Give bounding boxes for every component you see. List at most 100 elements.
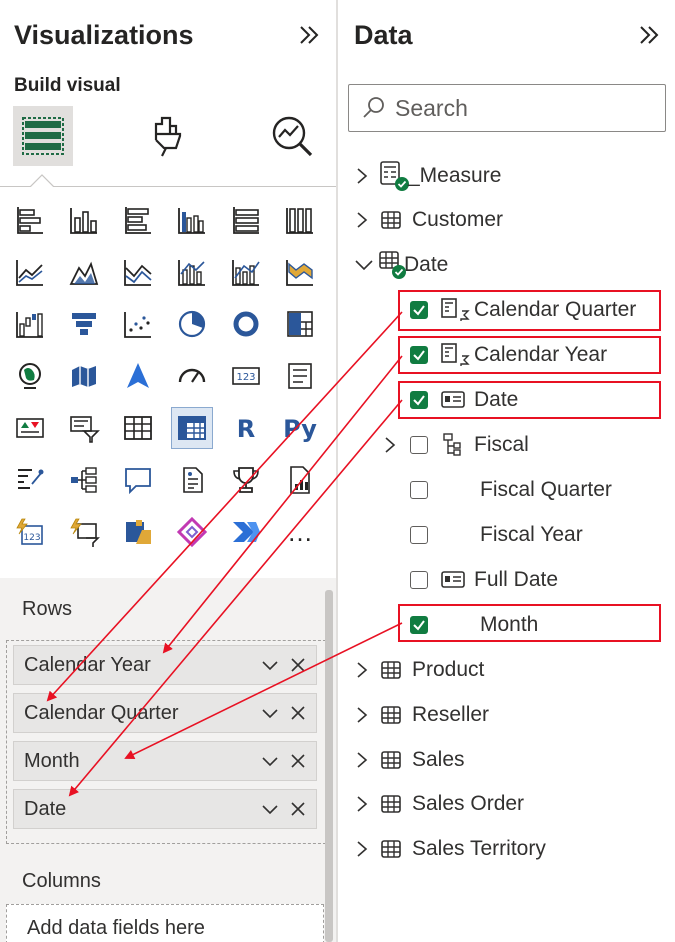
chevron-right-icon[interactable] [354,705,370,725]
decomposition-tree-icon[interactable] [64,460,104,500]
chevron-right-icon[interactable] [354,210,370,230]
chevron-down-icon[interactable] [260,751,280,771]
chevron-right-icon[interactable] [354,660,370,680]
field-row-date[interactable]: Date [410,380,518,420]
chevron-right-icon[interactable] [354,839,370,859]
table-row-reseller[interactable]: Reseller [354,695,489,735]
qna-visual-icon[interactable] [118,460,158,500]
chevron-right-icon[interactable] [354,750,370,770]
scatter-chart-icon[interactable] [118,304,158,344]
more-visuals-button[interactable]: … [280,512,320,552]
table-visual-icon[interactable] [118,408,158,448]
matrix-visual-icon[interactable] [171,407,213,449]
collapse-data-button[interactable] [634,20,664,50]
checkbox-month[interactable] [410,616,428,634]
filled-map-icon[interactable] [64,356,104,396]
field-row-fiscal[interactable]: Fiscal [382,425,529,465]
ribbon-chart-icon[interactable] [280,252,320,292]
chevron-right-icon[interactable] [354,794,370,814]
checkbox-calendar-quarter[interactable] [410,301,428,319]
chevron-right-icon[interactable] [354,166,370,186]
treemap-icon[interactable] [280,304,320,344]
goals-trophy-icon[interactable] [226,460,266,500]
pie-chart-icon[interactable] [172,304,212,344]
clustered-bar-chart-icon[interactable] [118,200,158,240]
python-visual-icon[interactable]: Py [280,408,320,448]
table-row-sales-order[interactable]: Sales Order [354,784,524,824]
columns-well-dropzone[interactable]: Add data fields here [6,904,324,942]
waterfall-chart-icon[interactable] [10,304,50,344]
rows-field-calendar-quarter[interactable]: Calendar Quarter [13,693,317,733]
checkbox-full-date[interactable] [410,571,428,589]
field-row-calendar-year[interactable]: Calendar Year [410,335,607,375]
map-icon[interactable] [10,356,50,396]
narrative-visual-icon[interactable] [172,460,212,500]
checkbox-fiscal-quarter[interactable] [410,481,428,499]
funnel-chart-icon[interactable] [64,304,104,344]
power-apps-slicer-icon[interactable] [64,512,104,552]
tab-build-visual[interactable] [13,106,73,166]
rows-field-calendar-year[interactable]: Calendar Year [13,645,317,685]
power-apps-card-icon[interactable]: 123 [10,512,50,552]
gauge-icon[interactable] [172,356,212,396]
remove-field-icon[interactable] [288,799,308,819]
field-row-full-date[interactable]: Full Date [410,560,558,600]
stacked-column-chart-icon[interactable] [64,200,104,240]
kpi-icon[interactable] [10,408,50,448]
remove-field-icon[interactable] [288,751,308,771]
rows-field-month[interactable]: Month [13,741,317,781]
checkbox-fiscal[interactable] [410,436,428,454]
chevron-down-icon[interactable] [260,799,280,819]
tab-format-visual[interactable] [138,106,198,166]
remove-field-icon[interactable] [288,703,308,723]
search-input[interactable] [393,93,637,123]
chevron-down-icon[interactable] [354,257,374,273]
area-chart-icon[interactable] [64,252,104,292]
checkbox-fiscal-year[interactable] [410,526,428,544]
table-row-customer[interactable]: Customer [354,200,503,240]
stacked-bar-chart-icon[interactable] [10,200,50,240]
checkbox-calendar-year[interactable] [410,346,428,364]
card-icon[interactable]: 123 [226,356,266,396]
table-row-date[interactable]: Date [354,245,448,285]
r-script-visual-icon[interactable]: R [226,408,266,448]
collapse-visualizations-button[interactable] [294,20,324,50]
chevron-down-icon[interactable] [260,703,280,723]
table-icon [381,211,401,229]
wells-scrollbar[interactable] [325,590,333,942]
field-row-month[interactable]: Month [410,605,538,645]
field-row-fiscal-quarter[interactable]: Fiscal Quarter [410,470,612,510]
tab-analytics[interactable] [262,106,322,166]
chevron-down-icon[interactable] [260,655,280,675]
hierarchy-icon [443,433,461,456]
power-automate-flow-icon[interactable] [226,512,266,552]
search-box[interactable] [348,84,666,132]
checkbox-date[interactable] [410,391,428,409]
100-percent-bar-chart-icon[interactable] [226,200,266,240]
rows-well[interactable]: Calendar Year Calendar Quarter Month Dat… [6,640,326,844]
field-row-fiscal-year[interactable]: Fiscal Year [410,515,583,555]
line-and-clustered-column-chart-icon[interactable] [226,252,266,292]
table-row-measure[interactable]: _Measure [354,156,501,196]
remove-field-icon[interactable] [288,655,308,675]
field-row-calendar-quarter[interactable]: Calendar Quarter [410,290,636,330]
azure-map-icon[interactable] [118,356,158,396]
slicer-icon[interactable] [64,408,104,448]
key-influencers-icon[interactable] [10,460,50,500]
table-row-product[interactable]: Product [354,650,484,690]
chevron-right-icon[interactable] [382,435,398,455]
100-percent-column-chart-icon[interactable] [280,200,320,240]
donut-chart-icon[interactable] [226,304,266,344]
rows-field-date[interactable]: Date [13,789,317,829]
power-apps-icon[interactable] [118,512,158,552]
table-row-sales-territory[interactable]: Sales Territory [354,829,546,869]
line-chart-icon[interactable] [10,252,50,292]
paginated-report-icon[interactable] [280,460,320,500]
clustered-column-chart-icon[interactable] [172,200,212,240]
power-automate-icon[interactable] [172,512,212,552]
stacked-area-chart-icon[interactable] [118,252,158,292]
analytics-magnifier-icon [272,116,313,157]
multi-row-card-icon[interactable] [280,356,320,396]
table-row-sales[interactable]: Sales [354,740,465,780]
line-and-stacked-column-chart-icon[interactable] [172,252,212,292]
